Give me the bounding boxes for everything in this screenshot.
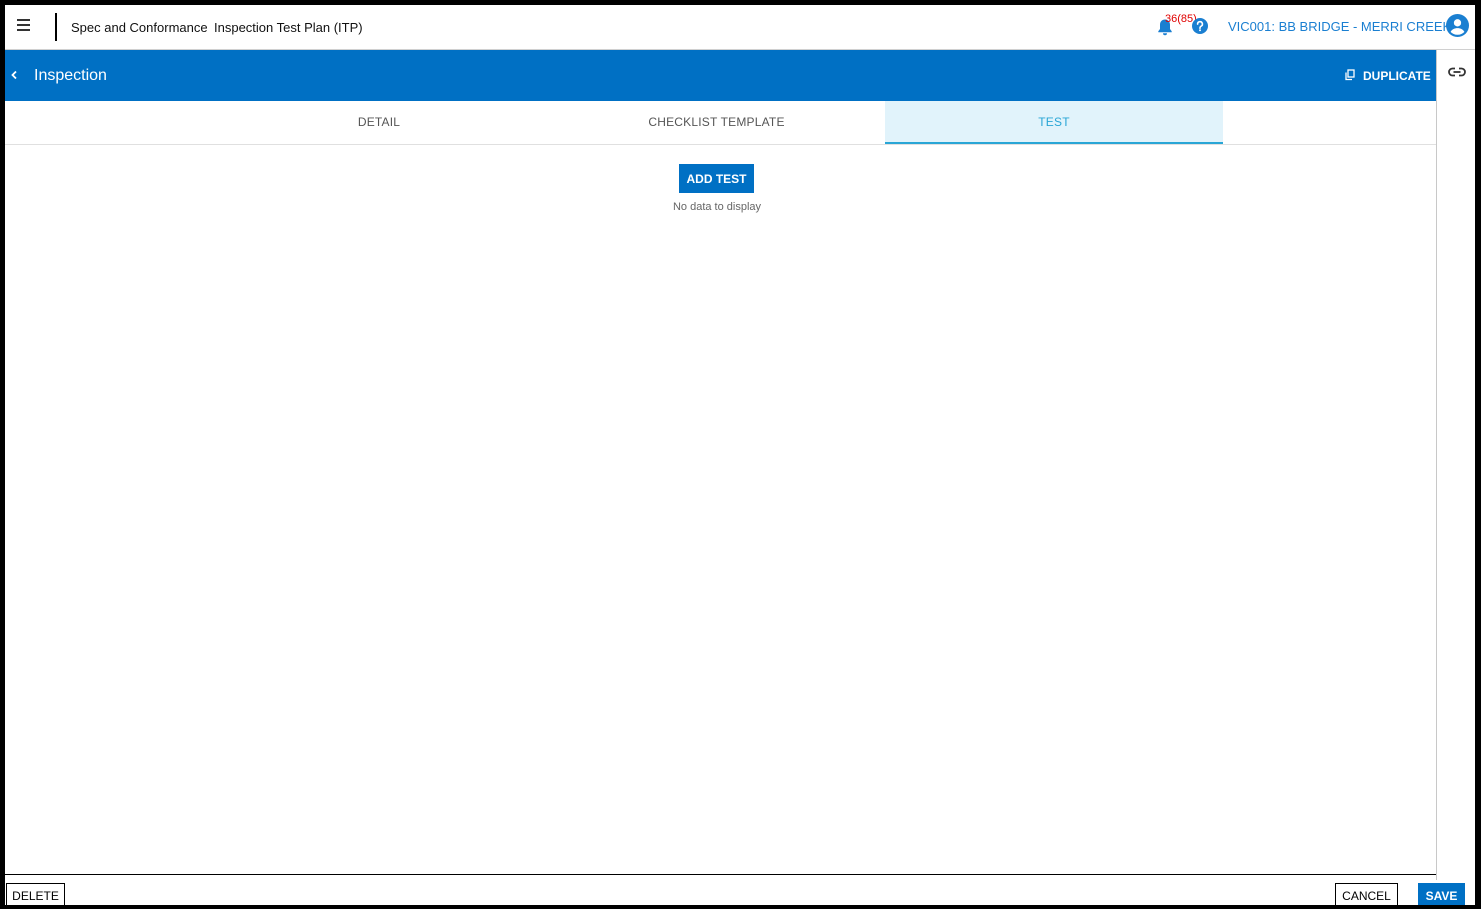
app-window: Spec and Conformance Inspection Test Pla… [5, 5, 1475, 905]
menu-icon[interactable] [17, 19, 30, 31]
copy-icon [1345, 69, 1355, 81]
help-icon[interactable] [1192, 18, 1208, 34]
duplicate-label: DUPLICATE [1363, 69, 1431, 83]
tab-bar: DETAIL CHECKLIST TEMPLATE TEST [5, 101, 1436, 145]
tab-test[interactable]: TEST [885, 101, 1223, 144]
add-test-button[interactable]: ADD TEST [679, 164, 754, 193]
top-app-bar: Spec and Conformance Inspection Test Pla… [5, 5, 1475, 50]
footer-divider [5, 874, 1436, 875]
account-icon[interactable] [1446, 14, 1469, 37]
page-header-bar: Inspection DUPLICATE [5, 50, 1436, 101]
tab-detail[interactable]: DETAIL [210, 101, 548, 144]
right-side-rail [1436, 50, 1475, 880]
header-divider [55, 13, 57, 41]
chevron-left-icon[interactable] [9, 67, 19, 83]
project-selector[interactable]: VIC001: BB BRIDGE - MERRI CREEK [1228, 19, 1451, 34]
cancel-button[interactable]: CANCEL [1335, 883, 1398, 905]
empty-state-message: No data to display [672, 201, 762, 213]
breadcrumb-page[interactable]: Inspection Test Plan (ITP) [214, 20, 363, 35]
tab-checklist-template[interactable]: CHECKLIST TEMPLATE [548, 101, 885, 144]
breadcrumb-module[interactable]: Spec and Conformance [71, 20, 208, 35]
delete-button[interactable]: DELETE [6, 883, 65, 905]
save-button[interactable]: SAVE [1418, 883, 1465, 905]
page-title: Inspection [34, 67, 107, 84]
link-icon[interactable] [1448, 66, 1466, 78]
